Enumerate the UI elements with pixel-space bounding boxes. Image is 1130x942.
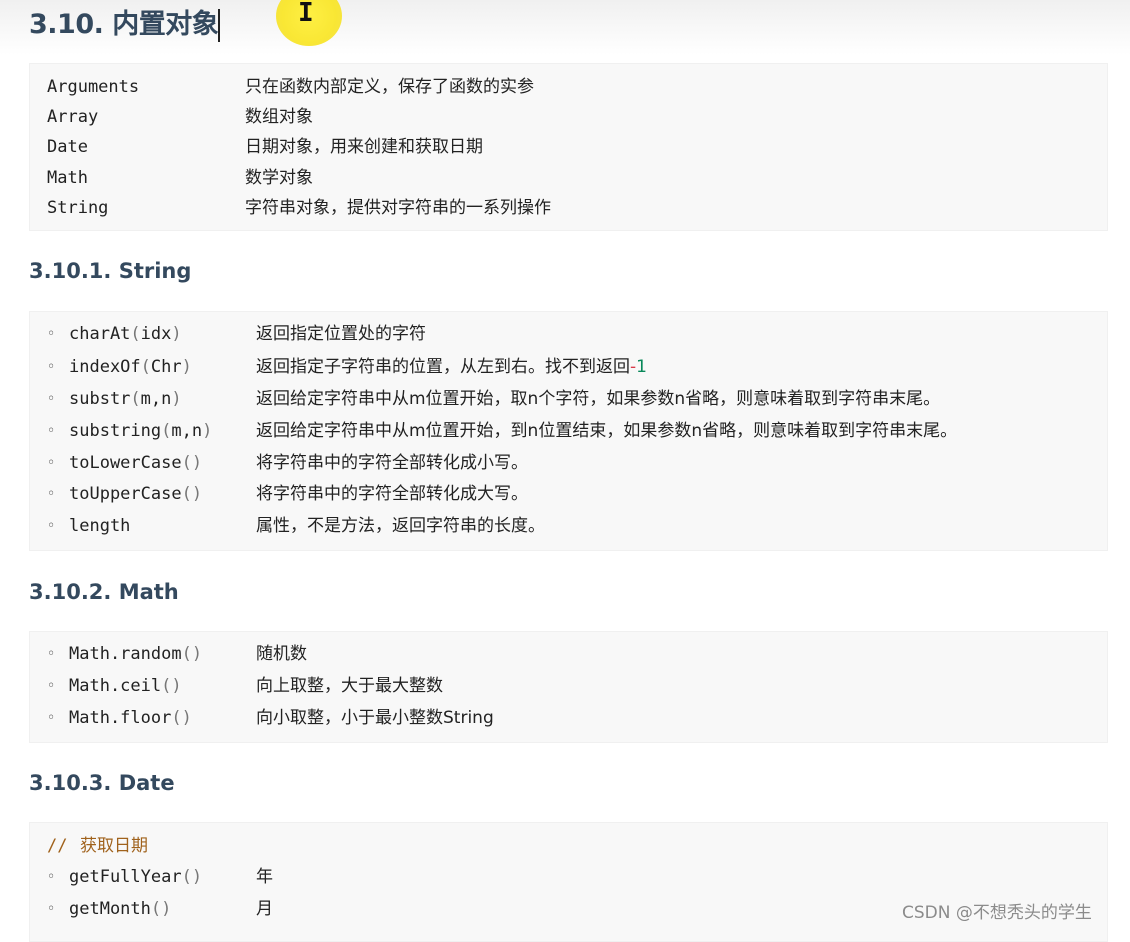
bullet-icon: ◦ [47, 518, 56, 534]
list-item: ◦ toLowerCase() 将字符串中的字符全部转化成小写。 [30, 449, 1100, 477]
math-methods-block: ◦ Math.random() 随机数 ◦ Math.ceil() 向上取整，大… [29, 631, 1108, 743]
string-methods-block: ◦ charAt(idx) 返回指定位置处的字符 ◦ indexOf(Chr) … [29, 311, 1108, 551]
method-desc: 返回给定字符串中从m位置开始，到n位置结束，如果参数n省略，则意味着取到字符串末… [256, 421, 958, 441]
builtin-row: Date 日期对象，用来创建和获取日期 [30, 133, 1030, 161]
list-item: ◦ getFullYear() 年 [30, 863, 1100, 891]
method-desc: 返回给定字符串中从m位置开始，取n个字符，如果参数n省略，则意味着取到字符串末尾… [256, 389, 941, 409]
comment-text: 获取日期 [80, 836, 148, 856]
method-desc: 随机数 [256, 644, 307, 664]
method-signature: getFullYear() [69, 867, 203, 887]
method-desc: 向小取整，小于最小整数String [256, 708, 494, 728]
method-desc: 向上取整，大于最大整数 [256, 676, 443, 696]
section-title-date: 3.10.3. Date [29, 771, 175, 795]
comment-slashes: // [47, 836, 68, 856]
builtin-row: String 字符串对象，提供对字符串的一系列操作 [30, 194, 1030, 222]
method-signature: substring(m,n) [69, 421, 213, 441]
list-item: ◦ toUpperCase() 将字符串中的字符全部转化成大写。 [30, 480, 1100, 508]
method-signature: Math.ceil() [69, 676, 182, 696]
method-signature: toUpperCase() [69, 484, 203, 504]
method-signature: Math.random() [69, 644, 203, 664]
builtin-desc: 数学对象 [245, 168, 313, 188]
section-title-math: 3.10.2. Math [29, 580, 179, 604]
list-item: ◦ length 属性，不是方法，返回字符串的长度。 [30, 512, 1100, 540]
bullet-icon: ◦ [47, 710, 56, 726]
builtin-row: Arguments 只在函数内部定义，保存了函数的实参 [30, 73, 1030, 101]
list-item: ◦ Math.ceil() 向上取整，大于最大整数 [30, 672, 1100, 700]
builtin-row: Math 数学对象 [30, 164, 1030, 192]
builtin-objects-block: Arguments 只在函数内部定义，保存了函数的实参 Array 数组对象 D… [29, 63, 1108, 231]
builtin-name: Array [47, 107, 99, 127]
builtin-desc: 数组对象 [245, 107, 313, 127]
bullet-icon: ◦ [47, 486, 56, 502]
list-item: ◦ substring(m,n) 返回给定字符串中从m位置开始，到n位置结束，如… [30, 417, 1100, 445]
code-comment: // 获取日期 [30, 832, 1100, 860]
method-desc: 将字符串中的字符全部转化成小写。 [256, 453, 528, 473]
watermark: CSDN @不想秃头的学生 [902, 903, 1092, 923]
bullet-icon: ◦ [47, 901, 56, 917]
method-signature: getMonth() [69, 899, 172, 919]
method-signature: substr(m,n) [69, 389, 182, 409]
method-desc: 将字符串中的字符全部转化成大写。 [256, 484, 528, 504]
method-desc: 返回指定位置处的字符 [256, 324, 426, 344]
bullet-icon: ◦ [47, 326, 56, 342]
method-signature: charAt(idx) [69, 324, 182, 344]
bullet-icon: ◦ [47, 646, 56, 662]
builtin-desc: 字符串对象，提供对字符串的一系列操作 [245, 198, 551, 218]
bullet-icon: ◦ [47, 391, 56, 407]
text-cursor-icon: I [298, 0, 314, 28]
method-desc: 年 [256, 867, 273, 887]
method-desc: 属性，不是方法，返回字符串的长度。 [256, 516, 545, 536]
method-signature: indexOf(Chr) [69, 357, 192, 377]
list-item: ◦ Math.random() 随机数 [30, 640, 1100, 668]
list-item: ◦ substr(m,n) 返回给定字符串中从m位置开始，取n个字符，如果参数n… [30, 385, 1100, 413]
bullet-icon: ◦ [47, 455, 56, 471]
method-signature: Math.floor() [69, 708, 192, 728]
section-title-string: 3.10.1. String [29, 259, 192, 283]
method-desc: 月 [256, 899, 273, 919]
method-signature: toLowerCase() [69, 453, 203, 473]
builtin-name: String [47, 198, 109, 218]
bullet-icon: ◦ [47, 423, 56, 439]
list-item: ◦ Math.floor() 向小取整，小于最小整数String [30, 704, 1100, 732]
date-methods-block: // 获取日期 ◦ getFullYear() 年 ◦ getMonth() 月 [29, 822, 1108, 942]
builtin-desc: 只在函数内部定义，保存了函数的实参 [245, 77, 534, 97]
list-item: ◦ charAt(idx) 返回指定位置处的字符 [30, 320, 1100, 348]
builtin-row: Array 数组对象 [30, 103, 1030, 131]
builtin-name: Arguments [47, 77, 140, 97]
bullet-icon: ◦ [47, 678, 56, 694]
list-item: ◦ indexOf(Chr) 返回指定子字符串的位置，从左到右。找不到返回-1 [30, 353, 1100, 381]
method-desc: 返回指定子字符串的位置，从左到右。找不到返回-1 [256, 357, 647, 377]
property-name: length [69, 516, 131, 536]
bullet-icon: ◦ [47, 359, 56, 375]
builtin-name: Math [47, 168, 88, 188]
builtin-desc: 日期对象，用来创建和获取日期 [245, 137, 483, 157]
text-caret [218, 9, 220, 42]
bullet-icon: ◦ [47, 869, 56, 885]
page-title: 3.10. 内置对象 [29, 9, 219, 40]
builtin-name: Date [47, 137, 88, 157]
